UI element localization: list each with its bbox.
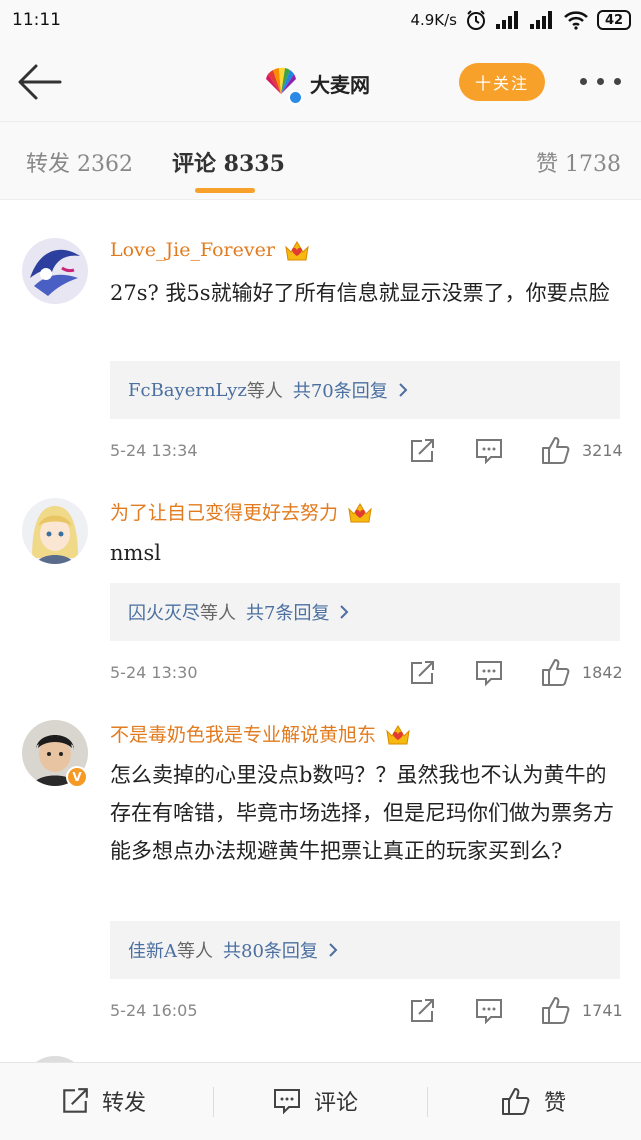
brand-logo	[262, 64, 303, 105]
verified-badge	[288, 90, 303, 105]
tab-comments[interactable]: 评论 8335	[172, 146, 285, 178]
reply-suffix: 等人	[246, 381, 283, 402]
reply-suffix: 等人	[200, 603, 236, 624]
repost-action[interactable]	[408, 659, 436, 687]
divider	[213, 1087, 214, 1117]
alarm-icon	[467, 10, 485, 30]
thumbs-up-icon	[542, 437, 570, 464]
reply-users[interactable]: 佳新A	[128, 937, 177, 963]
verified-v-badge: V	[66, 766, 88, 788]
like-count: 3214	[582, 440, 623, 460]
status-time: 11:11	[12, 10, 61, 30]
username-row: Love_Jie_Forever	[110, 238, 311, 262]
replies-summary[interactable]: FcBayernLyz 等人 共70条回复	[110, 361, 620, 419]
battery-indicator: 42	[597, 10, 631, 30]
wifi-icon	[564, 11, 588, 30]
repost-icon	[411, 661, 434, 684]
comment-icon	[476, 999, 502, 1025]
username[interactable]: 不是毒奶色我是专业解说黄旭东	[110, 720, 376, 747]
reply-count[interactable]: 共7条回复	[246, 599, 329, 625]
reply-users[interactable]: FcBayernLyz	[128, 380, 247, 401]
comment-icon	[274, 1089, 300, 1115]
repost-icon	[411, 999, 434, 1022]
like-action[interactable]: 3214	[540, 434, 623, 466]
like-action[interactable]: 1741	[540, 994, 623, 1026]
nav-bar: 大麦网 十关注	[0, 44, 641, 122]
comment-time: 5-24 13:30	[110, 663, 198, 682]
replies-summary[interactable]: 囚火灭尽 等人 共7条回复	[110, 583, 620, 641]
comment-text: 27s? 我5s就输好了所有信息就显示没票了，你要点脸	[110, 281, 610, 305]
username-row: 为了让自己变得更好去努力	[110, 498, 374, 525]
chevron-right-icon	[329, 943, 338, 957]
reply-count[interactable]: 共80条回复	[223, 937, 318, 963]
reply-suffix: 等人	[177, 941, 213, 962]
comment-action[interactable]	[474, 997, 504, 1025]
thumbs-up-icon	[542, 997, 570, 1024]
comment-feed[interactable]: Love_Jie_Forever 27s? 我5s就输好了所有信息就显示没票了，…	[0, 200, 641, 1062]
username[interactable]: 为了让自己变得更好去努力	[110, 498, 338, 525]
repost-icon	[411, 439, 434, 462]
bottom-repost-label: 转发	[102, 1091, 147, 1116]
signal-icon	[496, 11, 518, 29]
bottom-like-button[interactable]: 赞	[500, 1085, 566, 1117]
tab-reposts[interactable]: 转发 2362	[26, 146, 133, 178]
avatar[interactable]	[22, 498, 88, 564]
vip-crown-icon	[348, 502, 372, 522]
bottom-comment-button[interactable]: 评论	[272, 1085, 358, 1117]
bottom-comment-label: 评论	[314, 1091, 359, 1116]
like-count: 1741	[582, 1000, 623, 1020]
comment-icon	[476, 661, 502, 687]
chevron-right-icon	[399, 383, 408, 397]
follow-button[interactable]: 十关注	[459, 63, 545, 101]
avatar[interactable]	[22, 238, 88, 304]
repost-icon	[63, 1088, 88, 1113]
like-count: 1842	[582, 662, 623, 682]
reply-count[interactable]: 共70条回复	[293, 377, 388, 403]
bottom-like-label: 赞	[544, 1091, 567, 1116]
bottom-repost-button[interactable]: 转发	[60, 1085, 146, 1117]
username-row: 不是毒奶色我是专业解说黄旭东	[110, 720, 412, 747]
repost-action[interactable]	[408, 437, 436, 465]
account-name: 大麦网	[310, 72, 370, 97]
active-tab-indicator	[195, 188, 255, 193]
account-header[interactable]: 大麦网	[262, 64, 370, 105]
tab-likes[interactable]: 赞 1738	[536, 146, 621, 178]
bottom-action-bar: 转发 评论 赞	[0, 1062, 641, 1140]
vip-crown-icon	[386, 724, 410, 744]
signal-icon	[530, 11, 552, 29]
status-icons: 4.9K/s 42	[410, 9, 631, 31]
thumbs-up-icon	[502, 1088, 530, 1115]
like-action[interactable]: 1842	[540, 656, 623, 688]
comment-icon	[476, 439, 502, 465]
username[interactable]: Love_Jie_Forever	[110, 239, 275, 261]
thumbs-up-icon	[542, 659, 570, 686]
replies-summary[interactable]: 佳新A 等人 共80条回复	[110, 921, 620, 979]
chevron-right-icon	[340, 605, 349, 619]
more-options-icon[interactable]	[580, 78, 621, 85]
divider	[427, 1087, 428, 1117]
tab-bar: 转发 2362 评论 8335 赞 1738	[0, 122, 641, 200]
comment-action[interactable]	[474, 437, 504, 465]
network-speed: 4.9K/s	[410, 11, 457, 29]
status-bar: 11:11 4.9K/s 42	[0, 0, 641, 44]
repost-action[interactable]	[408, 997, 436, 1025]
comment-action[interactable]	[474, 659, 504, 687]
comment-text: nmsl	[110, 541, 161, 565]
reply-users[interactable]: 囚火灭尽	[128, 599, 200, 625]
comment-time: 5-24 13:34	[110, 441, 198, 460]
vip-crown-icon	[285, 241, 309, 261]
comment-time: 5-24 16:05	[110, 1001, 198, 1020]
back-arrow-icon[interactable]	[16, 62, 62, 102]
comment-text: 怎么卖掉的心里没点b数吗？？虽然我也不认为黄牛的存在有啥错，毕竟市场选择，但是尼…	[110, 763, 614, 863]
